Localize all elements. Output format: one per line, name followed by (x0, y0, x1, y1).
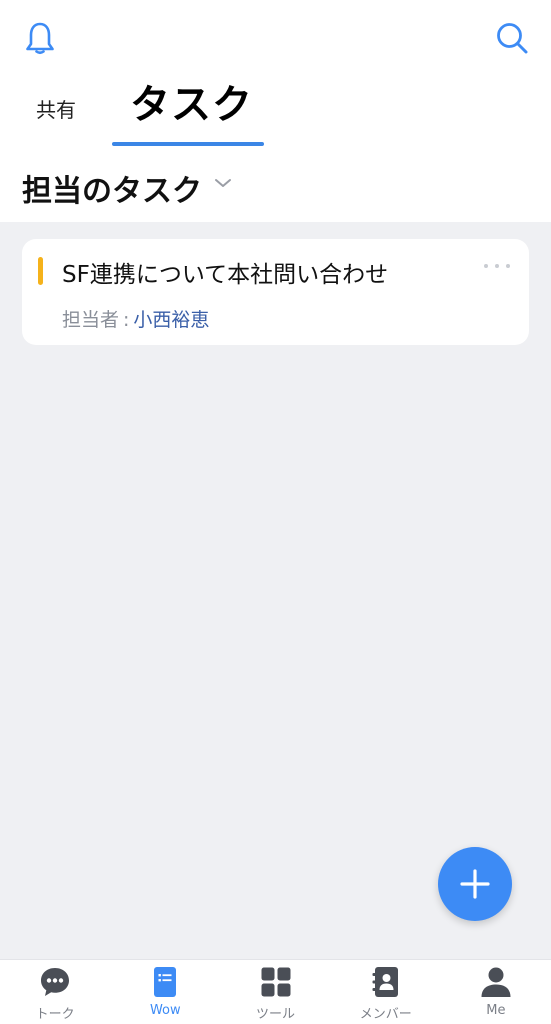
bell-icon[interactable] (22, 20, 58, 56)
assignee-label: 担当者 (62, 309, 120, 331)
assignee-separator: : (123, 309, 130, 331)
task-filter-title[interactable]: 担当のタスク (22, 166, 202, 210)
assignee-name[interactable]: 小西裕恵 (133, 309, 209, 331)
task-card[interactable]: SF連携について本社問い合わせ 担当者: 小西裕恵 (22, 239, 529, 345)
more-options-icon[interactable] (483, 263, 511, 269)
tab-task[interactable]: タスク (130, 72, 253, 130)
nav-item-wow[interactable]: Wow (110, 960, 220, 1024)
person-icon (481, 967, 511, 997)
chat-bubble-icon (41, 968, 70, 996)
search-icon[interactable] (494, 20, 530, 56)
tab-shared[interactable]: 共有 (36, 94, 76, 123)
add-task-button[interactable] (438, 847, 512, 921)
plus-icon (460, 869, 490, 899)
nav-item-tools[interactable]: ツール (220, 960, 330, 1024)
nav-label-wow: Wow (149, 1003, 181, 1018)
header: 共有 タスク 担当のタスク (0, 0, 551, 222)
contacts-icon (372, 967, 398, 997)
nav-label-talk: トーク (35, 1007, 75, 1022)
grid-tools-icon (261, 967, 290, 997)
nav-label-tools: ツール (256, 1007, 296, 1022)
priority-accent-bar (38, 257, 43, 285)
bottom-navigation: トーク Wow ツール メンバー Me (0, 959, 551, 1024)
chevron-down-icon[interactable] (212, 175, 234, 191)
wow-document-icon (154, 967, 177, 997)
task-assignee: 担当者: 小西裕恵 (62, 305, 209, 332)
active-tab-indicator (112, 142, 264, 146)
nav-label-me: Me (486, 1003, 506, 1018)
task-title: SF連携について本社問い合わせ (62, 262, 389, 288)
nav-item-talk[interactable]: トーク (0, 960, 110, 1024)
nav-item-members[interactable]: メンバー (331, 960, 441, 1024)
nav-label-members: メンバー (359, 1007, 412, 1022)
nav-item-me[interactable]: Me (441, 960, 551, 1024)
app-screen: 共有 タスク 担当のタスク SF連携について本社問い合わせ 担当者:小西裕恵 (0, 0, 551, 1024)
